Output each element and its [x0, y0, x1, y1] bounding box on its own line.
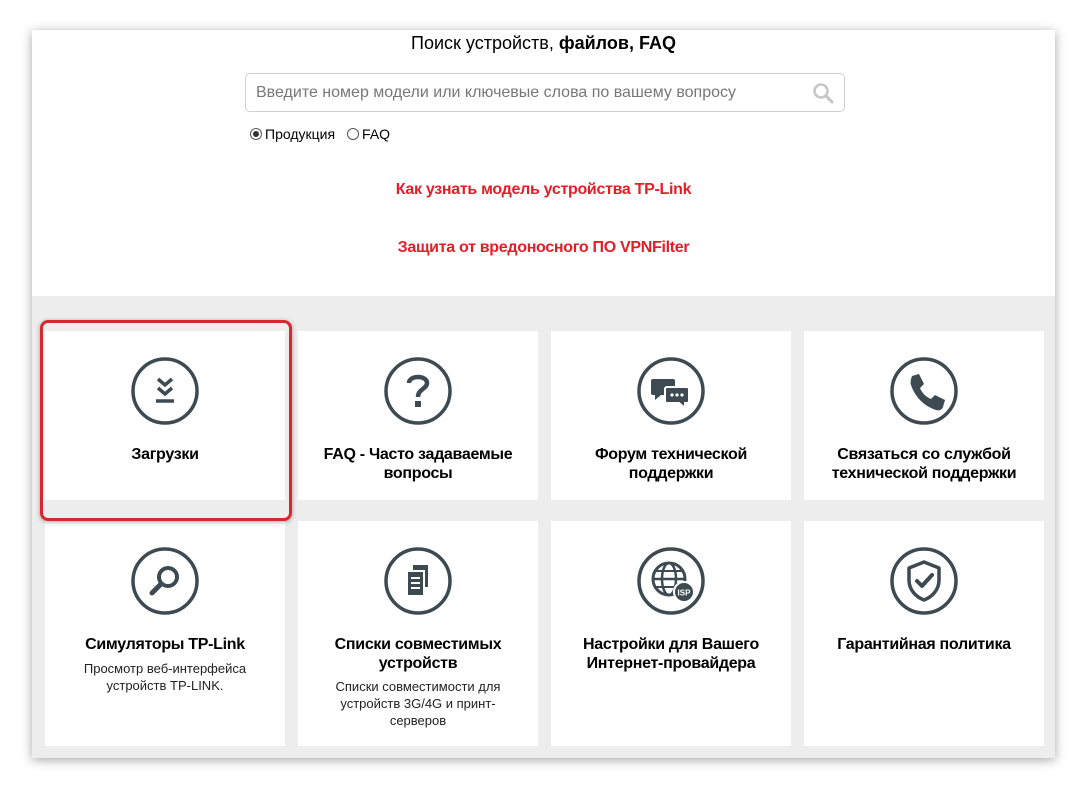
search-box [245, 73, 845, 112]
card-compatibility-lists[interactable]: Списки совместимых устройств Списки совм… [298, 521, 538, 746]
phone-icon [890, 357, 958, 425]
support-cards-grid: Загрузки FAQ - Часто задаваемые вопросы … [32, 296, 1055, 758]
card-simulators[interactable]: Симуляторы TP-Link Просмотр веб-интерфей… [45, 521, 285, 746]
radio-faq-dot[interactable] [347, 128, 360, 140]
download-icon [131, 357, 199, 425]
search-title-bold: файлов, FAQ [558, 33, 676, 53]
radio-products[interactable]: Продукция [250, 126, 335, 142]
card-warranty[interactable]: Гарантийная политика [804, 521, 1044, 746]
radio-products-label: Продукция [265, 126, 336, 142]
search-input[interactable] [246, 74, 806, 111]
question-icon [384, 357, 452, 425]
card-contact-support[interactable]: Связаться со службой технической поддерж… [804, 331, 1044, 500]
link-find-model[interactable]: Как узнать модель устройства TP-Link [32, 181, 1055, 199]
card-simulators-desc: Просмотр веб-интерфейса устройств TP-LIN… [83, 661, 247, 693]
card-downloads[interactable]: Загрузки [45, 331, 285, 500]
radio-faq[interactable]: FAQ [347, 126, 390, 142]
card-contact-support-title: Связаться со службой технической поддерж… [831, 446, 1017, 482]
card-isp-settings-title: Настройки для Вашего Интернет-провайдера [583, 636, 759, 672]
radio-products-dot[interactable] [250, 128, 262, 140]
support-page: Поиск устройств, файлов, FAQ Продукция F… [32, 30, 1055, 758]
radio-faq-label: FAQ [362, 126, 391, 142]
card-faq[interactable]: FAQ - Часто задаваемые вопросы [298, 331, 538, 500]
magnifier-icon [131, 547, 199, 615]
shield-check-icon [890, 547, 958, 615]
card-faq-title: FAQ - Часто задаваемые вопросы [323, 446, 513, 482]
link-vpnfilter[interactable]: Защита от вредоносного ПО VPNFilter [32, 239, 1055, 257]
search-icon[interactable] [812, 82, 834, 104]
document-list-icon [384, 547, 452, 615]
card-simulators-title: Симуляторы TP-Link [85, 636, 245, 653]
isp-badge: ISP [678, 589, 692, 598]
card-forum-title: Форум технической поддержки [594, 446, 748, 482]
card-isp-settings[interactable]: ISP Настройки для Вашего Интернет-провай… [551, 521, 791, 746]
search-title-normal: Поиск устройств, [411, 33, 559, 53]
card-compatibility-lists-title: Списки совместимых устройств [334, 636, 502, 672]
search-section: Поиск устройств, файлов, FAQ Продукция F… [32, 30, 1055, 296]
card-compatibility-lists-desc: Списки совместимости для устройств 3G/4G… [335, 679, 501, 728]
globe-isp-icon: ISP [637, 547, 705, 615]
card-downloads-title: Загрузки [131, 446, 199, 463]
card-warranty-title: Гарантийная политика [837, 636, 1011, 653]
search-title: Поиск устройств, файлов, FAQ [32, 32, 1055, 54]
chat-icon [637, 357, 705, 425]
search-scope-radios: Продукция FAQ [250, 125, 402, 143]
card-forum[interactable]: Форум технической поддержки [551, 331, 791, 500]
